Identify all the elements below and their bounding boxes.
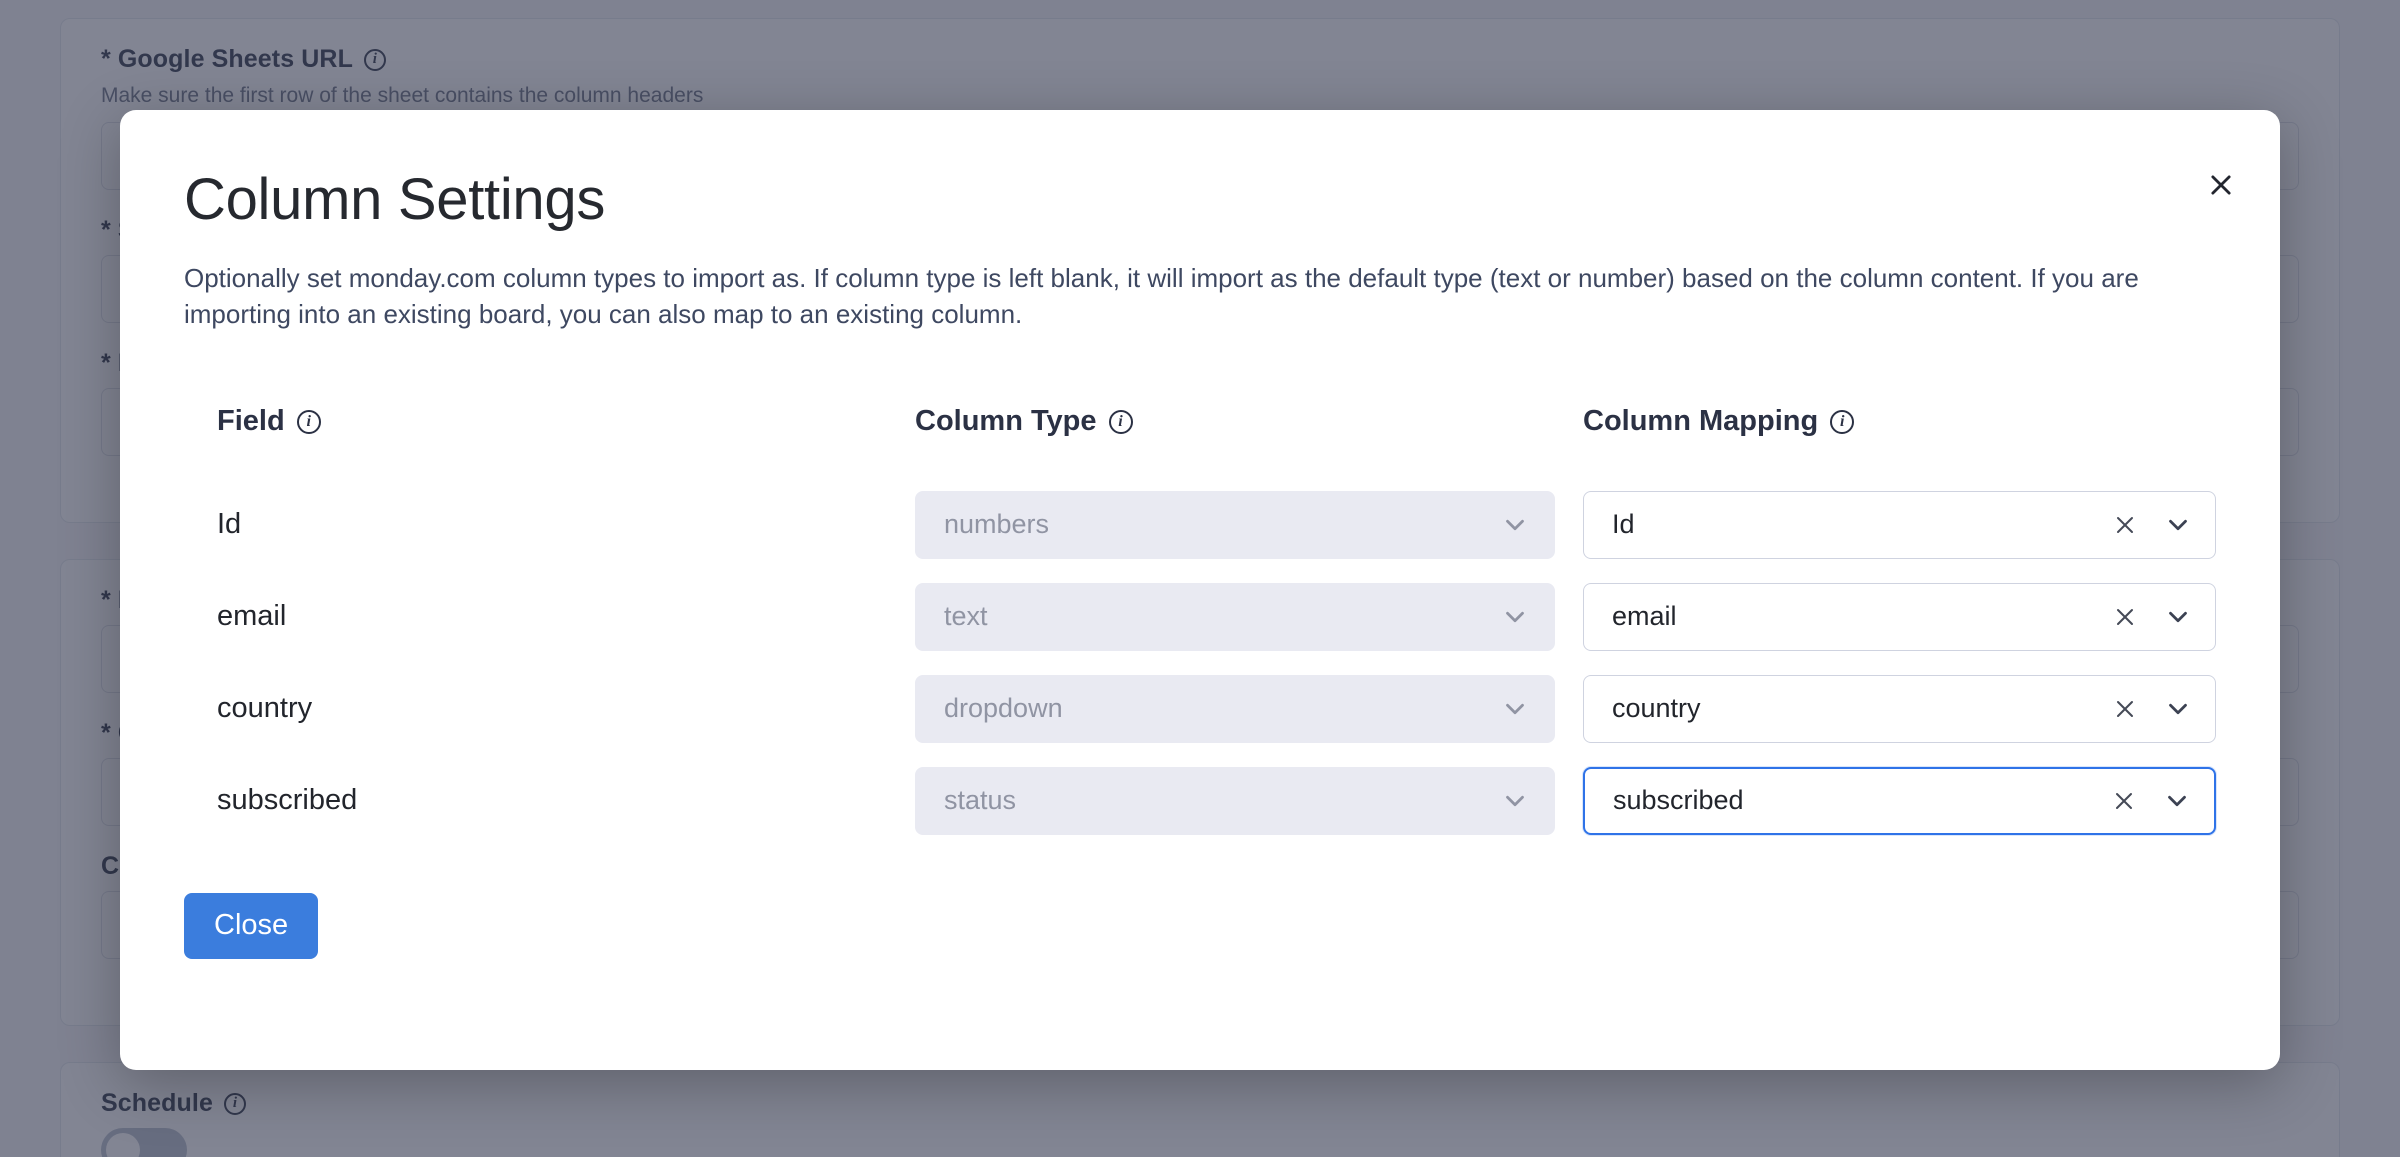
table-row: subscribed xyxy=(1583,755,2216,847)
column-mapping-select[interactable]: Id xyxy=(1583,490,2216,559)
column-mapping-value: country xyxy=(1612,693,1701,724)
table-row: subscribed xyxy=(217,755,887,847)
chevron-down-icon xyxy=(1500,602,1530,632)
field-name: subscribed xyxy=(217,784,358,817)
column-header-column-type: Column Type i xyxy=(915,399,1555,445)
column-mapping-value: Id xyxy=(1612,509,1635,540)
field-name: Id xyxy=(217,508,242,541)
info-icon[interactable]: i xyxy=(1108,409,1133,434)
table-row: status xyxy=(915,755,1555,847)
clear-icon[interactable] xyxy=(2113,605,2137,629)
table-row: text xyxy=(915,571,1555,663)
table-row: numbers xyxy=(915,479,1555,571)
modal-description: Optionally set monday.com column types t… xyxy=(184,263,2139,329)
column-type-select[interactable]: dropdown xyxy=(915,674,1555,743)
close-icon[interactable] xyxy=(2198,162,2244,208)
table-row: Id xyxy=(1583,479,2216,571)
clear-icon[interactable] xyxy=(2112,789,2136,813)
chevron-down-icon[interactable] xyxy=(2162,786,2192,816)
chevron-down-icon xyxy=(1500,694,1530,724)
column-header-label: Column Mapping xyxy=(1583,405,1819,438)
table-row: email xyxy=(1583,571,2216,663)
column-settings-grid: Field i Column Type i Column Mapping i I… xyxy=(184,399,2216,847)
column-mapping-value: subscribed xyxy=(1613,785,1744,816)
close-button[interactable]: Close xyxy=(184,892,319,959)
column-mapping-select[interactable]: email xyxy=(1583,582,2216,651)
field-name: country xyxy=(217,692,313,725)
chevron-down-icon xyxy=(1500,510,1530,540)
column-header-field: Field i xyxy=(217,399,887,445)
column-type-select[interactable]: numbers xyxy=(915,490,1555,559)
column-type-value: numbers xyxy=(944,509,1050,540)
clear-icon[interactable] xyxy=(2113,697,2137,721)
column-mapping-select[interactable]: subscribed xyxy=(1583,766,2216,835)
column-header-label: Column Type xyxy=(915,405,1097,438)
chevron-down-icon[interactable] xyxy=(2163,510,2193,540)
column-mapping-select[interactable]: country xyxy=(1583,674,2216,743)
column-settings-modal: Column Settings Optionally set monday.co… xyxy=(120,110,2280,1070)
field-name: email xyxy=(217,600,287,633)
modal-title: Column Settings xyxy=(184,167,606,232)
info-icon[interactable]: i xyxy=(296,409,321,434)
column-header-column-mapping: Column Mapping i xyxy=(1583,399,2216,445)
column-type-value: status xyxy=(944,785,1017,816)
table-row: Id xyxy=(217,479,887,571)
table-row: country xyxy=(1583,663,2216,755)
chevron-down-icon[interactable] xyxy=(2163,602,2193,632)
chevron-down-icon[interactable] xyxy=(2163,694,2193,724)
column-type-select[interactable]: text xyxy=(915,582,1555,651)
column-type-value: text xyxy=(944,601,988,632)
column-type-value: dropdown xyxy=(944,693,1063,724)
table-row: dropdown xyxy=(915,663,1555,755)
chevron-down-icon xyxy=(1500,786,1530,816)
clear-icon[interactable] xyxy=(2113,513,2137,537)
column-mapping-value: email xyxy=(1612,601,1677,632)
column-header-label: Field xyxy=(217,405,285,438)
table-row: email xyxy=(217,571,887,663)
table-row: country xyxy=(217,663,887,755)
info-icon[interactable]: i xyxy=(1830,409,1855,434)
column-type-select[interactable]: status xyxy=(915,766,1555,835)
